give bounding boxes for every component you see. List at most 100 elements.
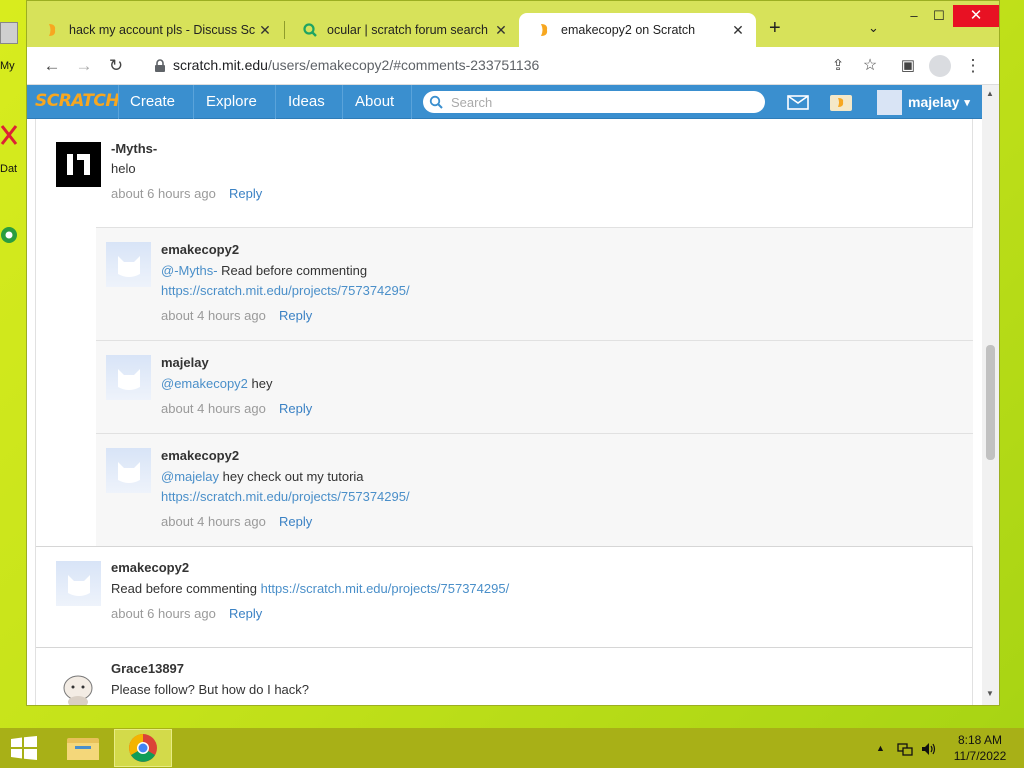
reload-button[interactable]: ↻ <box>105 55 127 77</box>
comment-text: @-Myths- Read before commenting <box>161 263 367 278</box>
nav-divider <box>342 85 343 119</box>
scratch-navbar: SCRATCH Create Explore Ideas About Searc… <box>27 85 982 119</box>
comment-body: Read before commenting <box>217 263 368 278</box>
tab-label: emakecopy2 on Scratch <box>561 23 696 37</box>
taskbar-file-explorer[interactable] <box>54 729 112 767</box>
comment-avatar[interactable] <box>56 561 101 606</box>
comment-author[interactable]: Grace13897 <box>111 661 184 676</box>
reply-button[interactable]: Reply <box>279 401 312 416</box>
scroll-thumb[interactable] <box>986 345 995 460</box>
comment-avatar[interactable] <box>106 242 151 287</box>
mention-link[interactable]: @-Myths- <box>161 263 218 278</box>
taskbar-chrome[interactable] <box>114 729 172 767</box>
username-label: majelay <box>908 94 960 110</box>
project-link[interactable]: https://scratch.mit.edu/projects/7573742… <box>161 489 410 504</box>
nav-ideas[interactable]: Ideas <box>288 85 325 119</box>
reply-button[interactable]: Reply <box>279 514 312 529</box>
nav-explore[interactable]: Explore <box>206 85 257 119</box>
forward-button[interactable]: → <box>73 55 95 77</box>
tab-search-button[interactable]: ⌄ <box>868 20 879 36</box>
comment-item: -Myths- helo about 6 hours ago Reply <box>36 119 972 227</box>
tab-ocular[interactable]: ocular | scratch forum search ✕ <box>285 13 519 47</box>
nav-divider <box>193 85 194 119</box>
bookmark-star-icon[interactable]: ☆ <box>859 55 881 77</box>
window-close-button[interactable]: ✕ <box>953 5 999 27</box>
scratch-logo[interactable]: SCRATCH <box>35 91 120 111</box>
comment-time: about 4 hours ago <box>161 308 266 323</box>
lock-icon <box>153 59 167 73</box>
comment-author[interactable]: emakecopy2 <box>161 242 239 257</box>
comment-text: @emakecopy2 hey <box>161 376 272 391</box>
user-avatar <box>877 89 902 115</box>
project-link[interactable]: https://scratch.mit.edu/projects/7573742… <box>261 581 510 596</box>
new-tab-button[interactable]: + <box>769 18 781 38</box>
mention-link[interactable]: @emakecopy2 <box>161 376 248 391</box>
nav-divider <box>275 85 276 119</box>
tab-label: hack my account pls - Discuss Sc <box>69 23 256 37</box>
close-icon[interactable]: ✕ <box>257 22 273 39</box>
close-icon[interactable]: ✕ <box>493 22 509 39</box>
project-link[interactable]: https://scratch.mit.edu/projects/7573742… <box>161 283 410 298</box>
desktop-icon-computer[interactable] <box>0 22 18 44</box>
comment-author[interactable]: emakecopy2 <box>111 560 189 575</box>
account-menu[interactable]: majelay ▾ <box>877 89 970 115</box>
windows-start-icon[interactable] <box>10 736 38 760</box>
search-icon <box>429 95 443 109</box>
page-scrollbar[interactable]: ▲ ▼ <box>982 85 999 705</box>
url-path: /users/emakecopy2/#comments-233751136 <box>267 57 540 73</box>
maximize-button[interactable]: ☐ <box>924 5 954 27</box>
tab-emakecopy2[interactable]: emakecopy2 on Scratch ✕ <box>519 13 756 47</box>
close-icon[interactable]: ✕ <box>730 22 746 39</box>
comment-time: about 4 hours ago <box>161 401 266 416</box>
scroll-up-icon[interactable]: ▲ <box>986 89 994 98</box>
tab-discuss[interactable]: hack my account pls - Discuss Sc ✕ <box>27 13 283 47</box>
search-input[interactable] <box>451 92 751 112</box>
my-stuff-icon[interactable] <box>829 92 853 112</box>
comment-avatar[interactable] <box>106 355 151 400</box>
comment-author[interactable]: emakecopy2 <box>161 448 239 463</box>
share-icon[interactable]: ⇪ <box>827 55 849 77</box>
comment-text: Read before commenting https://scratch.m… <box>111 581 509 596</box>
menu-kebab-icon[interactable]: ⋮ <box>962 55 984 77</box>
comment-time: about 6 hours ago <box>111 606 216 621</box>
mention-link[interactable]: @majelay <box>161 469 219 484</box>
chevron-down-icon: ▾ <box>964 96 970 109</box>
comment-time: about 4 hours ago <box>161 514 266 529</box>
nav-create[interactable]: Create <box>130 85 175 119</box>
comment-text: Please follow? But how do I hack? <box>111 682 310 697</box>
scratch-favicon-icon <box>537 23 551 37</box>
desktop-icon-data[interactable] <box>0 124 18 146</box>
web-page: SCRATCH Create Explore Ideas About Searc… <box>27 85 999 705</box>
back-button[interactable]: ← <box>41 55 63 77</box>
comment-avatar[interactable] <box>56 664 101 705</box>
comment-item: emakecopy2 Read before commenting https:… <box>36 546 972 647</box>
tray-expand-icon[interactable]: ▲ <box>876 728 885 768</box>
comment-item: Grace13897 Please follow? But how do I h… <box>36 647 972 705</box>
comment-author[interactable]: majelay <box>161 355 209 370</box>
address-bar[interactable]: scratch.mit.edu/users/emakecopy2/#commen… <box>141 52 801 80</box>
comment-avatar[interactable] <box>106 448 151 493</box>
comment-author[interactable]: -Myths- <box>111 141 157 156</box>
comment-body: hey <box>247 376 273 391</box>
profile-avatar[interactable] <box>929 55 951 77</box>
nav-about[interactable]: About <box>355 85 394 119</box>
messages-icon[interactable] <box>787 95 809 110</box>
volume-icon[interactable] <box>921 728 937 768</box>
comment-body: hey check out my tutoria <box>219 469 364 484</box>
desktop-icon-chrome[interactable] <box>0 224 18 246</box>
network-icon[interactable] <box>897 728 913 768</box>
comment-text: helo <box>111 161 136 176</box>
comment-avatar[interactable] <box>56 142 101 187</box>
comments-list: -Myths- helo about 6 hours ago Reply ema… <box>35 119 973 705</box>
comment-body: Read before commenting <box>111 581 261 596</box>
reply-button[interactable]: Reply <box>279 308 312 323</box>
reply-button[interactable]: Reply <box>229 606 262 621</box>
reply-item: emakecopy2 @-Myths- Read before commenti… <box>96 227 973 340</box>
reply-button[interactable]: Reply <box>229 186 262 201</box>
reply-item: emakecopy2 @majelay hey check out my tut… <box>96 433 973 546</box>
scroll-down-icon[interactable]: ▼ <box>986 689 994 698</box>
url-text: scratch.mit.edu/users/emakecopy2/#commen… <box>173 57 539 73</box>
side-panel-icon[interactable]: ▣ <box>897 55 919 77</box>
system-clock[interactable]: 8:18 AM 11/7/2022 <box>944 732 1016 764</box>
clock-date: 11/7/2022 <box>953 749 1007 763</box>
